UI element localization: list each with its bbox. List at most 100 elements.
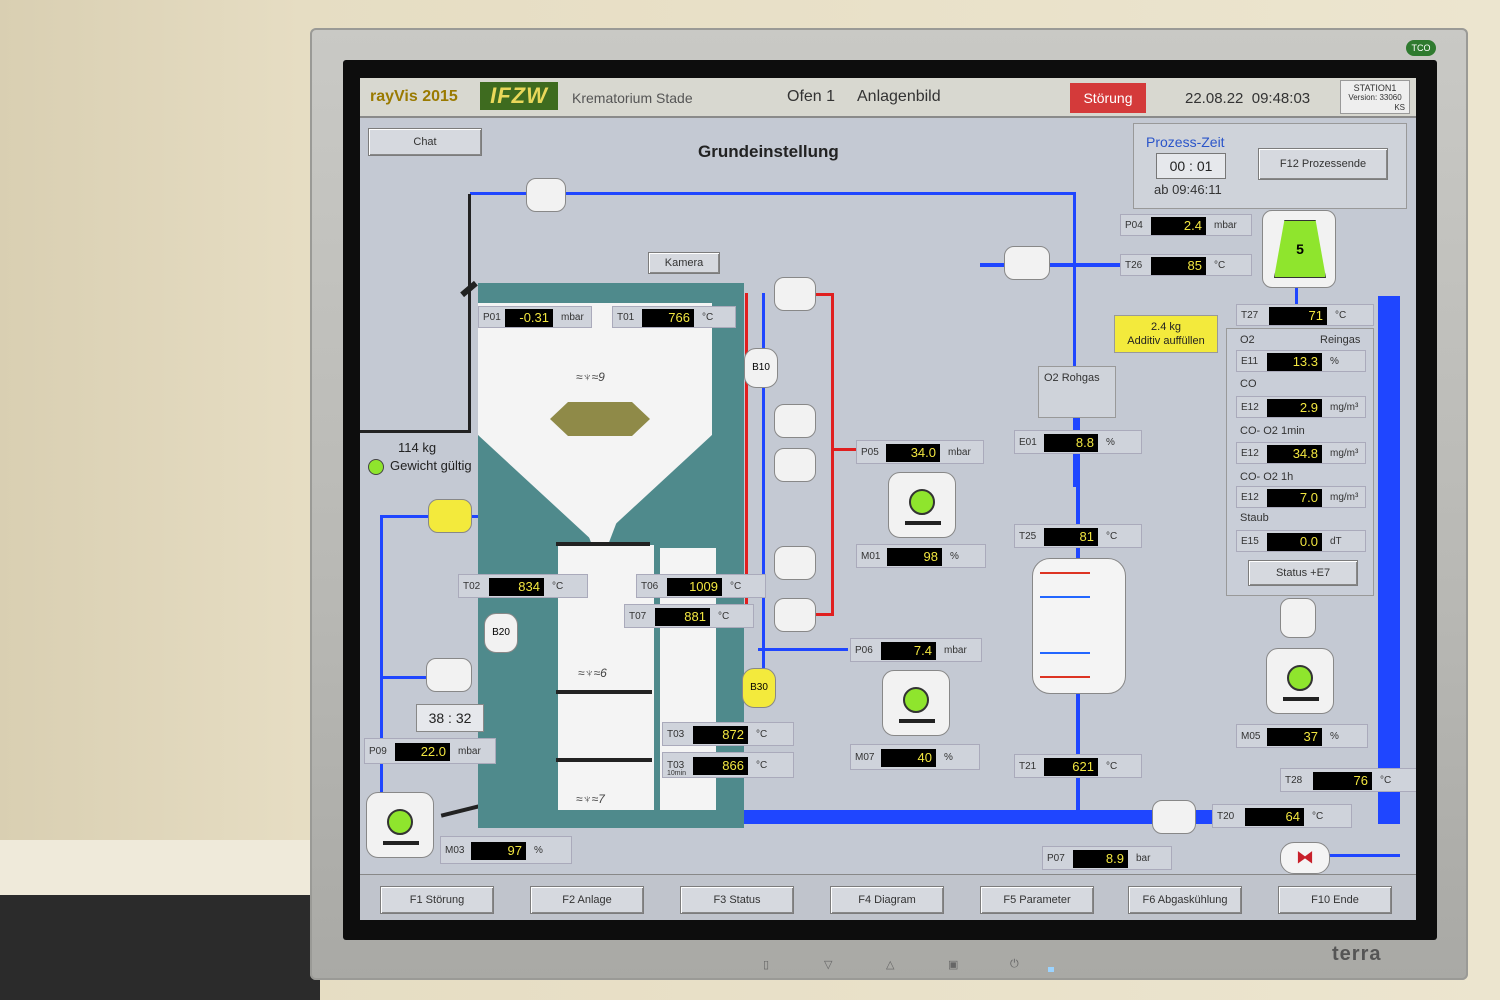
alarm-indicator[interactable]: Störung: [1070, 83, 1146, 113]
valve-air-2[interactable]: [774, 404, 816, 438]
reading-unit: °C: [1312, 810, 1324, 822]
reading-e11[interactable]: E11 13.3%: [1236, 350, 1366, 372]
reading-unit: %: [1330, 730, 1339, 742]
valve-air-1[interactable]: [774, 277, 816, 311]
fan-m03[interactable]: [366, 792, 434, 858]
chat-button[interactable]: Chat: [368, 128, 482, 156]
ifzw-logo: IFZW: [480, 82, 558, 110]
valve-p04[interactable]: [1004, 246, 1050, 280]
reading-e12a[interactable]: E12 2.9 mg/m³: [1236, 396, 1366, 418]
prozessende-button[interactable]: F12 Prozessende: [1258, 148, 1388, 180]
reading-t25[interactable]: T25 81 °C: [1014, 524, 1142, 548]
burner-b20[interactable]: B20: [484, 613, 518, 653]
reading-p07[interactable]: P07 8.9 bar: [1042, 846, 1172, 870]
valve-air-3[interactable]: [774, 448, 816, 482]
f5-parameter-button[interactable]: F5 Parameter: [980, 886, 1094, 914]
reading-value: 64: [1245, 808, 1304, 826]
valve-bottom[interactable]: [1152, 800, 1196, 834]
reading-tag: M05: [1241, 730, 1261, 742]
reading-tag: T28: [1285, 774, 1303, 786]
rohgas-label: O2 Rohgas: [1044, 372, 1100, 384]
burner-b30[interactable]: B30: [742, 668, 776, 708]
valve-air-5[interactable]: [774, 598, 816, 632]
f2-anlage-button[interactable]: F2 Anlage: [530, 886, 644, 914]
reading-m01[interactable]: M01 98%: [856, 544, 986, 568]
reading-p06[interactable]: P06 7.4 mbar: [850, 638, 982, 662]
reading-p04[interactable]: P04 2.4 mbar: [1120, 214, 1252, 236]
input-icon[interactable]: ▯: [763, 958, 769, 971]
valve-yellow[interactable]: [428, 499, 472, 533]
red-pipe-top: [816, 293, 834, 296]
reading-tag: T07: [629, 610, 647, 622]
reading-tag: E12: [1241, 447, 1259, 459]
reading-e12c[interactable]: E12 7.0 mg/m³: [1236, 486, 1366, 508]
flame-icon-2: ≈♆≈6: [578, 666, 607, 680]
additive-warning[interactable]: 2.4 kg Additiv auffüllen: [1114, 315, 1218, 353]
up-icon[interactable]: △: [886, 958, 894, 971]
reading-unit: mbar: [458, 745, 481, 757]
down-icon[interactable]: ▽: [824, 958, 832, 971]
reading-unit: °C: [1106, 530, 1118, 542]
reading-value: 872: [693, 726, 748, 744]
reading-m03[interactable]: M03 97%: [440, 836, 572, 864]
reading-t01[interactable]: T01 766 °C: [612, 306, 736, 328]
reading-t21[interactable]: T21 621 °C: [1014, 754, 1142, 778]
reading-tag: T20: [1217, 810, 1235, 822]
co-o2-1h-label: CO- O2 1h: [1240, 471, 1294, 483]
reading-e01[interactable]: E01 8.8%: [1014, 430, 1142, 454]
reading-unit: °C: [1214, 259, 1226, 271]
status-e7-button[interactable]: Status +E7: [1248, 560, 1358, 586]
f6-abgaskuehlung-button[interactable]: F6 Abgaskühlung: [1128, 886, 1242, 914]
reading-t27[interactable]: T27 71 °C: [1236, 304, 1374, 326]
valve-p07-icon[interactable]: ⧓: [1280, 842, 1330, 874]
f10-ende-button[interactable]: F10 Ende: [1278, 886, 1392, 914]
fan-m05[interactable]: [1266, 648, 1334, 714]
reading-value: 85: [1151, 257, 1206, 275]
reading-tag: M03: [445, 844, 465, 856]
chimney-bottom: [360, 430, 471, 433]
valve-air-4[interactable]: [774, 546, 816, 580]
reading-tag: E12: [1241, 401, 1259, 413]
reading-tag: M01: [861, 550, 881, 562]
valve-top[interactable]: [526, 178, 566, 212]
red-pipe-p05: [834, 448, 858, 451]
f3-status-button[interactable]: F3 Status: [680, 886, 794, 914]
reading-p09[interactable]: P09 22.0 mbar: [364, 738, 496, 764]
burner-b10[interactable]: B10: [744, 348, 778, 388]
exchanger-coil-1: [1040, 572, 1090, 598]
reading-t28[interactable]: T28 76 °C: [1280, 768, 1416, 792]
menu-icon[interactable]: ▣: [948, 958, 958, 971]
exchanger-coil-2: [1040, 652, 1090, 678]
power-icon[interactable]: ⏻: [1010, 958, 1019, 971]
reading-tag: P01: [483, 311, 501, 323]
reading-t20[interactable]: T20 64 °C: [1212, 804, 1352, 828]
weight-status: Gewicht gültig: [390, 458, 472, 473]
reading-t03b[interactable]: T03 10min 866 °C: [662, 752, 794, 778]
valve-left[interactable]: [426, 658, 472, 692]
reading-m07[interactable]: M07 40%: [850, 744, 980, 770]
f4-diagram-button[interactable]: F4 Diagram: [830, 886, 944, 914]
reading-t06[interactable]: T06 1009 °C: [636, 574, 766, 598]
f1-stoerung-button[interactable]: F1 Störung: [380, 886, 494, 914]
power-led: [1048, 967, 1054, 972]
reading-tag: T01: [617, 311, 635, 323]
additive-amount: 2.4 kg: [1151, 321, 1181, 333]
reading-value: 81: [1044, 528, 1098, 546]
station-version: Version: 33060: [1348, 93, 1402, 102]
reading-e15[interactable]: E15 0.0 dT: [1236, 530, 1366, 552]
reading-t07[interactable]: T07 881 °C: [624, 604, 754, 628]
fan-m07[interactable]: [882, 670, 950, 736]
kamera-button[interactable]: Kamera: [648, 252, 720, 274]
reading-e12b[interactable]: E12 34.8 mg/m³: [1236, 442, 1366, 464]
grate-3: [556, 758, 652, 762]
fan-m01[interactable]: [888, 472, 956, 538]
valve-m05[interactable]: [1280, 598, 1316, 638]
reading-t26[interactable]: T26 85 °C: [1120, 254, 1252, 276]
view-name: Anlagenbild: [857, 88, 941, 105]
reading-tag: P05: [861, 446, 879, 458]
reading-m05[interactable]: M05 37%: [1236, 724, 1368, 748]
reading-t03[interactable]: T03 872 °C: [662, 722, 794, 746]
reading-p05[interactable]: P05 34.0 mbar: [856, 440, 984, 464]
reading-t02[interactable]: T02 834 °C: [458, 574, 588, 598]
reading-p01[interactable]: P01 -0.31 mbar: [478, 306, 592, 328]
